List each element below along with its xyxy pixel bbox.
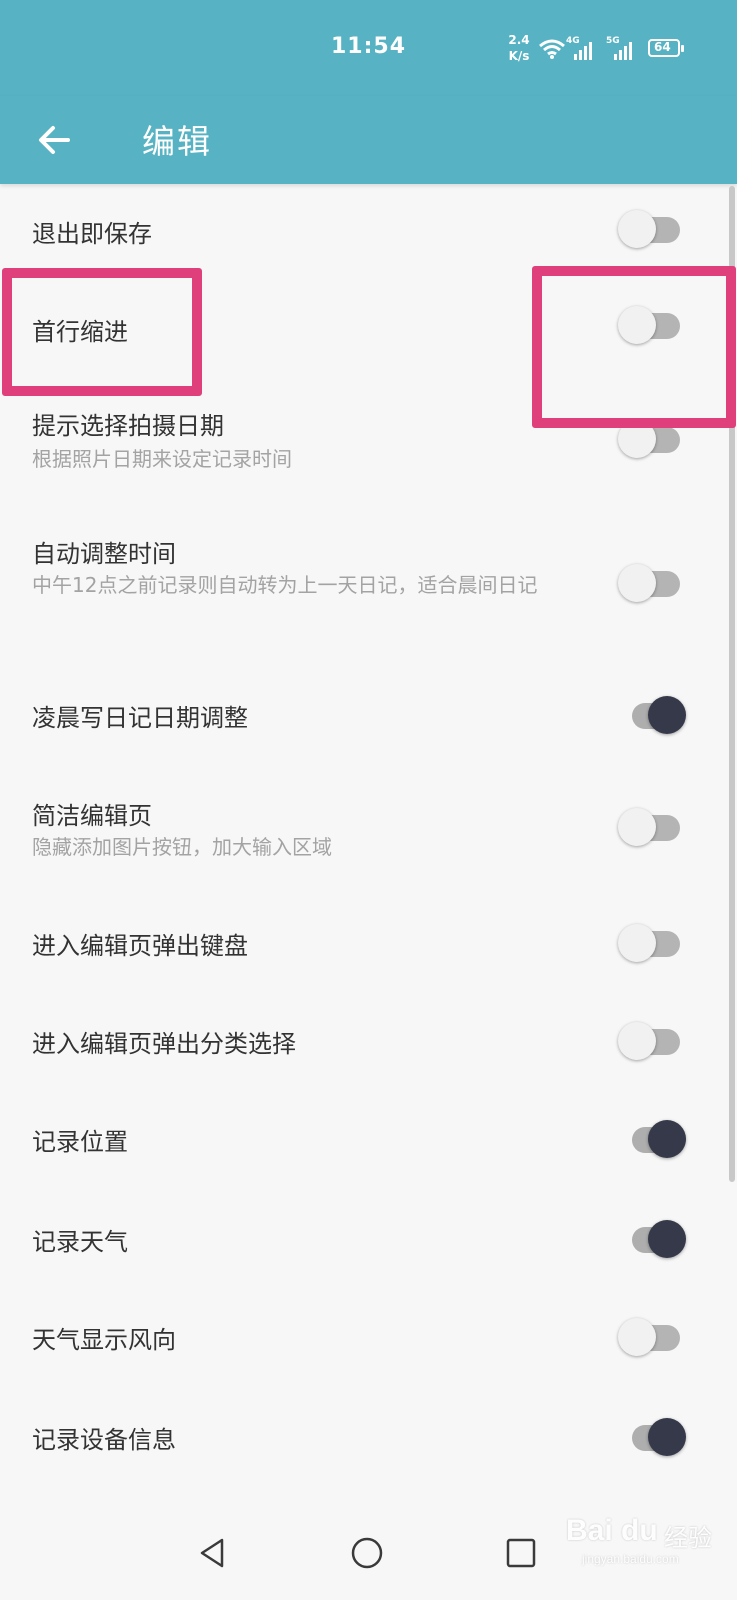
- setting-row-wind-direction[interactable]: 天气显示风向: [0, 1294, 737, 1394]
- setting-row-keyboard-on-open[interactable]: 进入编辑页弹出键盘: [0, 894, 737, 994]
- setting-label: 自动调整时间: [32, 540, 176, 568]
- network-speed: 2.4 K/s: [502, 32, 536, 64]
- nav-recents-button[interactable]: [504, 1536, 538, 1574]
- back-button[interactable]: [34, 120, 74, 160]
- setting-label: 退出即保存: [32, 220, 152, 248]
- toggle-switch[interactable]: [618, 694, 690, 738]
- app-bar: 编辑: [0, 96, 737, 184]
- network-speed-unit: K/s: [508, 49, 530, 63]
- square-recents-icon: [506, 1538, 536, 1568]
- setting-description: 隐藏添加图片按钮，加大输入区域: [32, 835, 332, 859]
- setting-label: 进入编辑页弹出键盘: [32, 932, 248, 960]
- setting-row-auto-adjust-time[interactable]: 自动调整时间 中午12点之前记录则自动转为上一天日记，适合晨间日记: [0, 504, 737, 666]
- toggle-switch[interactable]: [618, 208, 690, 252]
- arrow-left-icon: [39, 126, 70, 154]
- setting-label: 记录设备信息: [32, 1426, 176, 1454]
- signal-5g: 5G: [606, 36, 636, 60]
- triangle-back-icon: [200, 1538, 224, 1568]
- highlight-box-label: [2, 268, 202, 396]
- setting-description: 根据照片日期来设定记录时间: [32, 447, 292, 471]
- page-title: 编辑: [142, 122, 212, 161]
- setting-label: 凌晨写日记日期调整: [32, 704, 248, 732]
- signal-bars-icon: [614, 42, 632, 60]
- toggle-switch[interactable]: [618, 1416, 690, 1460]
- setting-row-record-location[interactable]: 记录位置: [0, 1094, 737, 1194]
- setting-label: 简洁编辑页: [32, 802, 152, 830]
- setting-row-record-weather[interactable]: 记录天气: [0, 1194, 737, 1294]
- setting-row-simple-editor[interactable]: 简洁编辑页 隐藏添加图片按钮，加大输入区域: [0, 762, 737, 894]
- toggle-switch[interactable]: [618, 1316, 690, 1360]
- battery-level: 64: [654, 40, 671, 54]
- toggle-switch[interactable]: [618, 1020, 690, 1064]
- signal-4g: 4G: [566, 36, 596, 60]
- toggle-switch[interactable]: [618, 1218, 690, 1262]
- toggle-switch[interactable]: [618, 922, 690, 966]
- setting-description: 中午12点之前记录则自动转为上一天日记，适合晨间日记: [32, 573, 538, 597]
- toggle-switch[interactable]: [618, 1118, 690, 1162]
- watermark-brand-cn: 经验: [664, 1524, 712, 1552]
- setting-label: 记录位置: [32, 1128, 128, 1156]
- highlight-box-toggle: [532, 266, 736, 428]
- wifi-icon: [539, 39, 565, 59]
- nav-back-button[interactable]: [196, 1536, 230, 1574]
- watermark: Bai du 经验 jingyan.baidu.com: [566, 1508, 716, 1578]
- battery-icon: 64: [648, 38, 688, 60]
- nav-home-button[interactable]: [350, 1536, 384, 1574]
- setting-row-early-morning-date[interactable]: 凌晨写日记日期调整: [0, 666, 737, 762]
- setting-label: 进入编辑页弹出分类选择: [32, 1030, 296, 1058]
- setting-label: 记录天气: [32, 1228, 128, 1256]
- toggle-switch[interactable]: [618, 806, 690, 850]
- setting-label: 提示选择拍摄日期: [32, 412, 224, 440]
- watermark-brand: Bai du: [566, 1514, 658, 1547]
- signal-bars-icon: [574, 42, 592, 60]
- setting-row-category-on-open[interactable]: 进入编辑页弹出分类选择: [0, 994, 737, 1094]
- network-speed-value: 2.4: [508, 33, 530, 47]
- setting-row-device-info[interactable]: 记录设备信息: [0, 1394, 737, 1494]
- status-bar: 11:54 2.4 K/s 4G 5G 64: [0, 0, 737, 96]
- setting-label: 天气显示风向: [32, 1326, 176, 1354]
- toggle-switch[interactable]: [618, 562, 690, 606]
- watermark-url: jingyan.baidu.com: [582, 1552, 679, 1566]
- circle-home-icon: [351, 1537, 383, 1569]
